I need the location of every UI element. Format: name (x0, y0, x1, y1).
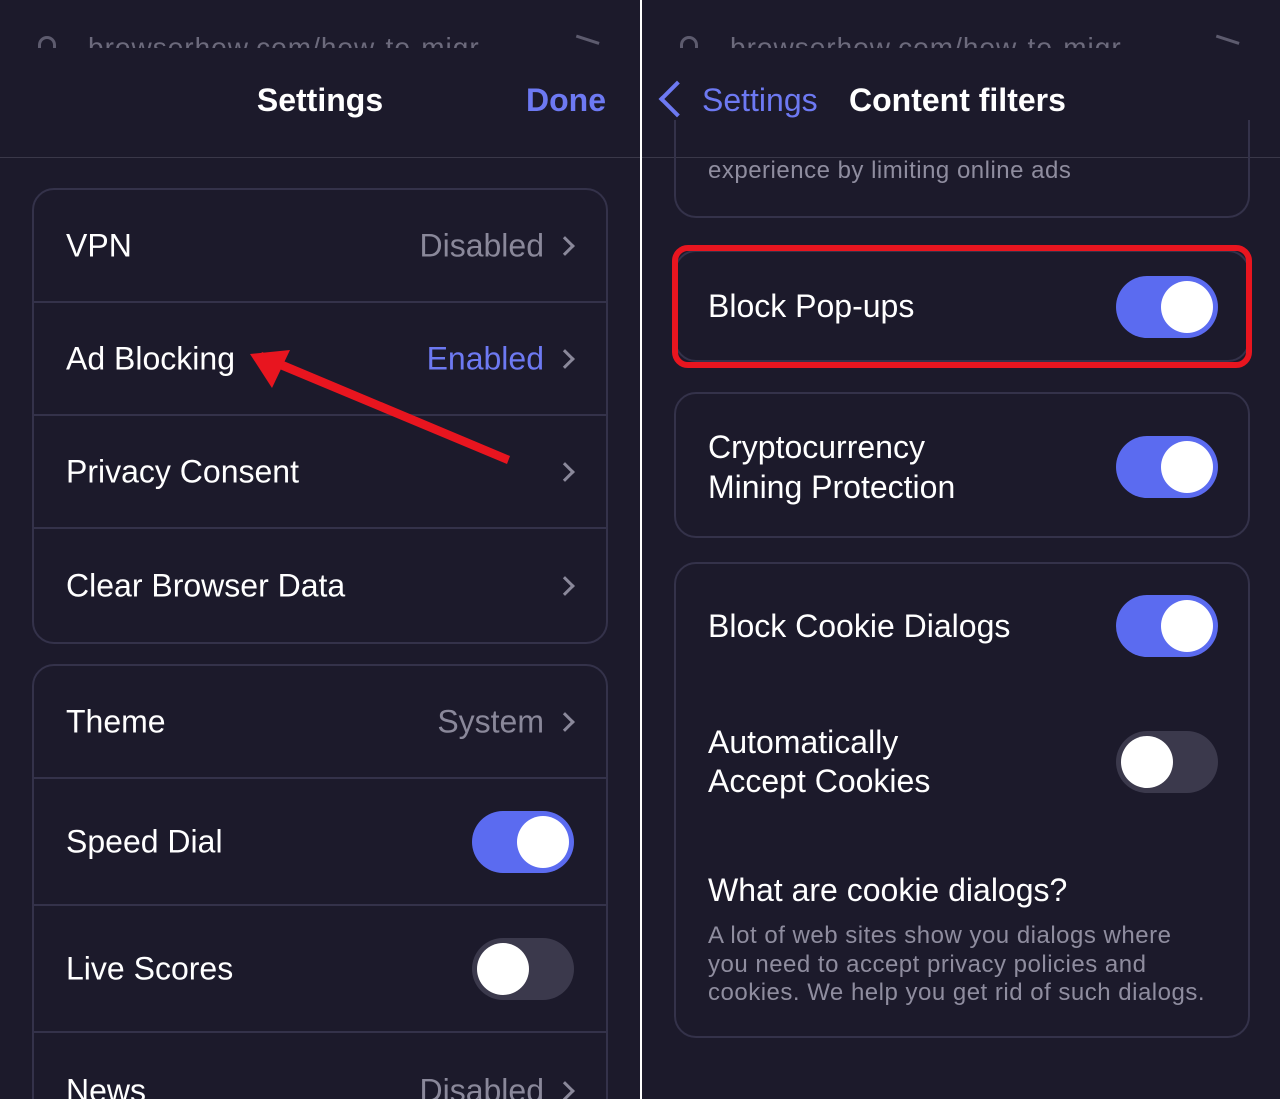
toggle-knob (1121, 736, 1173, 788)
settings-row-live-scores: Live Scores (34, 906, 606, 1033)
row-label: Theme (66, 703, 166, 739)
block-cookie-dialogs-label: Block Cookie Dialogs (708, 608, 1011, 644)
chevron-right-icon (555, 461, 575, 482)
share-icon[interactable] (1212, 34, 1240, 48)
row-value: Disabled (419, 227, 544, 263)
back-button[interactable]: Settings (702, 82, 818, 119)
chevron-left-icon[interactable] (658, 80, 696, 118)
row-label: News (66, 1072, 147, 1099)
address-bar[interactable]: browserhow.com/how-to-migr (642, 30, 1280, 48)
speed-dial-toggle[interactable] (472, 810, 574, 873)
row-value: Disabled (419, 1072, 544, 1099)
done-button[interactable]: Done (526, 82, 606, 119)
lock-icon (680, 36, 698, 48)
block-cookie-dialogs-toggle[interactable] (1116, 595, 1218, 657)
settings-row-vpn[interactable]: VPN Disabled (34, 190, 606, 303)
chevron-right-icon (555, 711, 575, 732)
accept-cookies-label-line1: Automatically (708, 724, 899, 760)
ad-blocking-description-card: experience by limiting online ads (674, 120, 1250, 218)
crypto-mining-toggle[interactable] (1116, 436, 1218, 498)
cookie-dialogs-info-title: What are cookie dialogs? (708, 872, 1068, 908)
row-label: VPN (66, 227, 132, 263)
block-popups-card: Block Pop-ups (674, 250, 1250, 362)
lock-icon (38, 36, 56, 48)
toggle-knob (1161, 600, 1213, 652)
address-bar[interactable]: browserhow.com/how-to-migr (0, 30, 640, 48)
cookie-dialogs-info-line3: cookies. We help you get rid of such dia… (708, 979, 1205, 1006)
settings-row-theme[interactable]: Theme System (34, 666, 606, 779)
block-popups-toggle[interactable] (1116, 276, 1218, 338)
toggle-knob (1161, 441, 1213, 493)
url-text: browserhow.com/how-to-migr (730, 32, 1122, 48)
accept-cookies-label-line2: Accept Cookies (708, 763, 931, 799)
chevron-right-icon (555, 1081, 575, 1099)
settings-row-clear-browser-data[interactable]: Clear Browser Data (34, 529, 606, 642)
accept-cookies-toggle[interactable] (1116, 731, 1218, 793)
row-label: Clear Browser Data (66, 567, 346, 603)
ad-blocking-description: experience by limiting online ads (708, 157, 1072, 184)
chevron-right-icon (555, 575, 575, 596)
chevron-right-icon (555, 348, 575, 369)
crypto-mining-label-line1: Cryptocurrency (708, 429, 925, 465)
row-label: Live Scores (66, 950, 234, 986)
row-label: Privacy Consent (66, 453, 299, 489)
cookie-dialogs-info-line2: you need to accept privacy policies and (708, 951, 1147, 978)
row-label: Ad Blocking (66, 340, 235, 376)
chevron-right-icon (555, 235, 575, 256)
settings-group-appearance: Theme System Speed Dial Live Scores News… (32, 664, 608, 1099)
url-text: browserhow.com/how-to-migr (88, 32, 480, 48)
block-popups-label: Block Pop-ups (708, 288, 915, 324)
content-filters-pane: browserhow.com/how-to-migr Settings Cont… (642, 0, 1280, 1099)
toggle-knob (1161, 281, 1213, 333)
settings-pane: browserhow.com/how-to-migr Settings Done… (0, 0, 640, 1099)
toggle-knob (477, 942, 529, 995)
row-value: System (437, 703, 544, 739)
row-label: Speed Dial (66, 823, 223, 859)
settings-row-privacy-consent[interactable]: Privacy Consent (34, 416, 606, 529)
toggle-knob (517, 815, 569, 868)
settings-group-privacy: VPN Disabled Ad Blocking Enabled Privacy… (32, 188, 608, 644)
settings-row-news[interactable]: News Disabled (34, 1033, 606, 1099)
settings-row-speed-dial: Speed Dial (34, 779, 606, 906)
navigation-bar: Settings Done (0, 60, 640, 158)
share-icon[interactable] (572, 34, 600, 48)
crypto-mining-label-line2: Mining Protection (708, 469, 956, 505)
settings-row-ad-blocking[interactable]: Ad Blocking Enabled (34, 303, 606, 416)
cookie-dialogs-info-line1: A lot of web sites show you dialogs wher… (708, 922, 1172, 949)
row-value: Enabled (426, 340, 544, 376)
live-scores-toggle[interactable] (472, 937, 574, 1000)
crypto-mining-card: Cryptocurrency Mining Protection (674, 392, 1250, 538)
page-title: Content filters (849, 82, 1066, 118)
cookie-dialogs-card: Block Cookie Dialogs Automatically Accep… (674, 562, 1250, 1038)
